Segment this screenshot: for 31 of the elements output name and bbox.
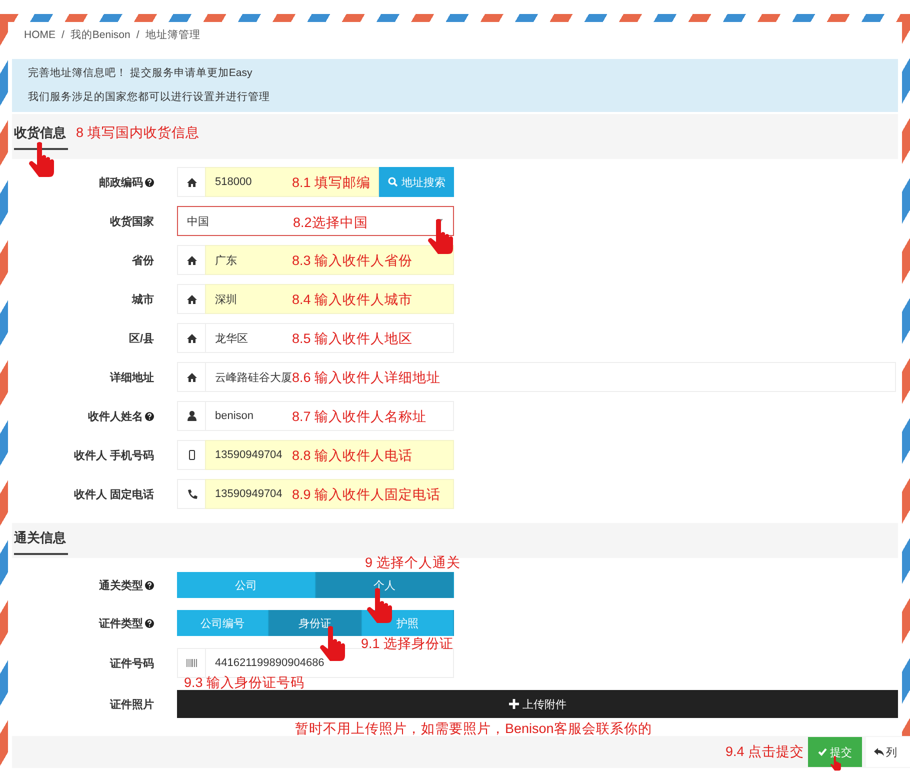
alert-text: 我们服务涉足的国家您都可以进行设置并进行管理: [28, 90, 271, 105]
field-label: 收件人 固定电话: [74, 488, 154, 502]
field-label: 证件类型: [99, 616, 143, 630]
alert-text: 完善地址簿信息吧！ 提交服务申请单更加Easy: [28, 66, 254, 81]
section-title: 通关信息: [14, 529, 68, 555]
annotation-text: 8.1 填写邮编: [292, 174, 371, 192]
breadcrumb-separator: /: [62, 29, 64, 41]
field-label: 省份: [132, 254, 154, 268]
annotation-text: 9 选择个人通关: [365, 554, 460, 572]
annotation-text: 8.2选择中国: [293, 214, 368, 232]
field-label: 区/县: [128, 332, 154, 346]
breadcrumb-separator: /: [136, 29, 140, 41]
field-label: 证件号码: [110, 656, 154, 670]
annotation-text: 8.5 输入收件人地区: [292, 330, 413, 348]
field-label: 收件人姓名: [88, 410, 143, 424]
annotation-text: 8.3 输入收件人省份: [292, 252, 413, 270]
field-label: 通关类型: [99, 578, 143, 592]
annotation-text: 8.9 输入收件人固定电话: [292, 486, 441, 504]
field-label: 详细地址: [110, 370, 154, 384]
annotation-text: 8.4 输入收件人城市: [292, 291, 413, 309]
field-label: 收货国家: [110, 214, 154, 228]
field-label: 收件人 手机号码: [74, 448, 154, 462]
annotation-text: 8.7 输入收件人名称址: [292, 408, 427, 426]
annotation-text: 9.4 点击提交: [725, 743, 804, 761]
annotation-text: 8 填写国内收货信息: [76, 124, 200, 142]
field-label: 邮政编码: [99, 176, 143, 190]
field-label: 城市: [132, 292, 154, 306]
annotation-text: 8.6 输入收件人详细地址: [292, 369, 441, 387]
annotation-text: 暂时不用上传照片，如需要照片，Benison客服会联系你的: [295, 720, 652, 738]
annotation-text: 8.8 输入收件人电话: [292, 447, 413, 465]
field-label: 证件照片: [110, 698, 154, 712]
